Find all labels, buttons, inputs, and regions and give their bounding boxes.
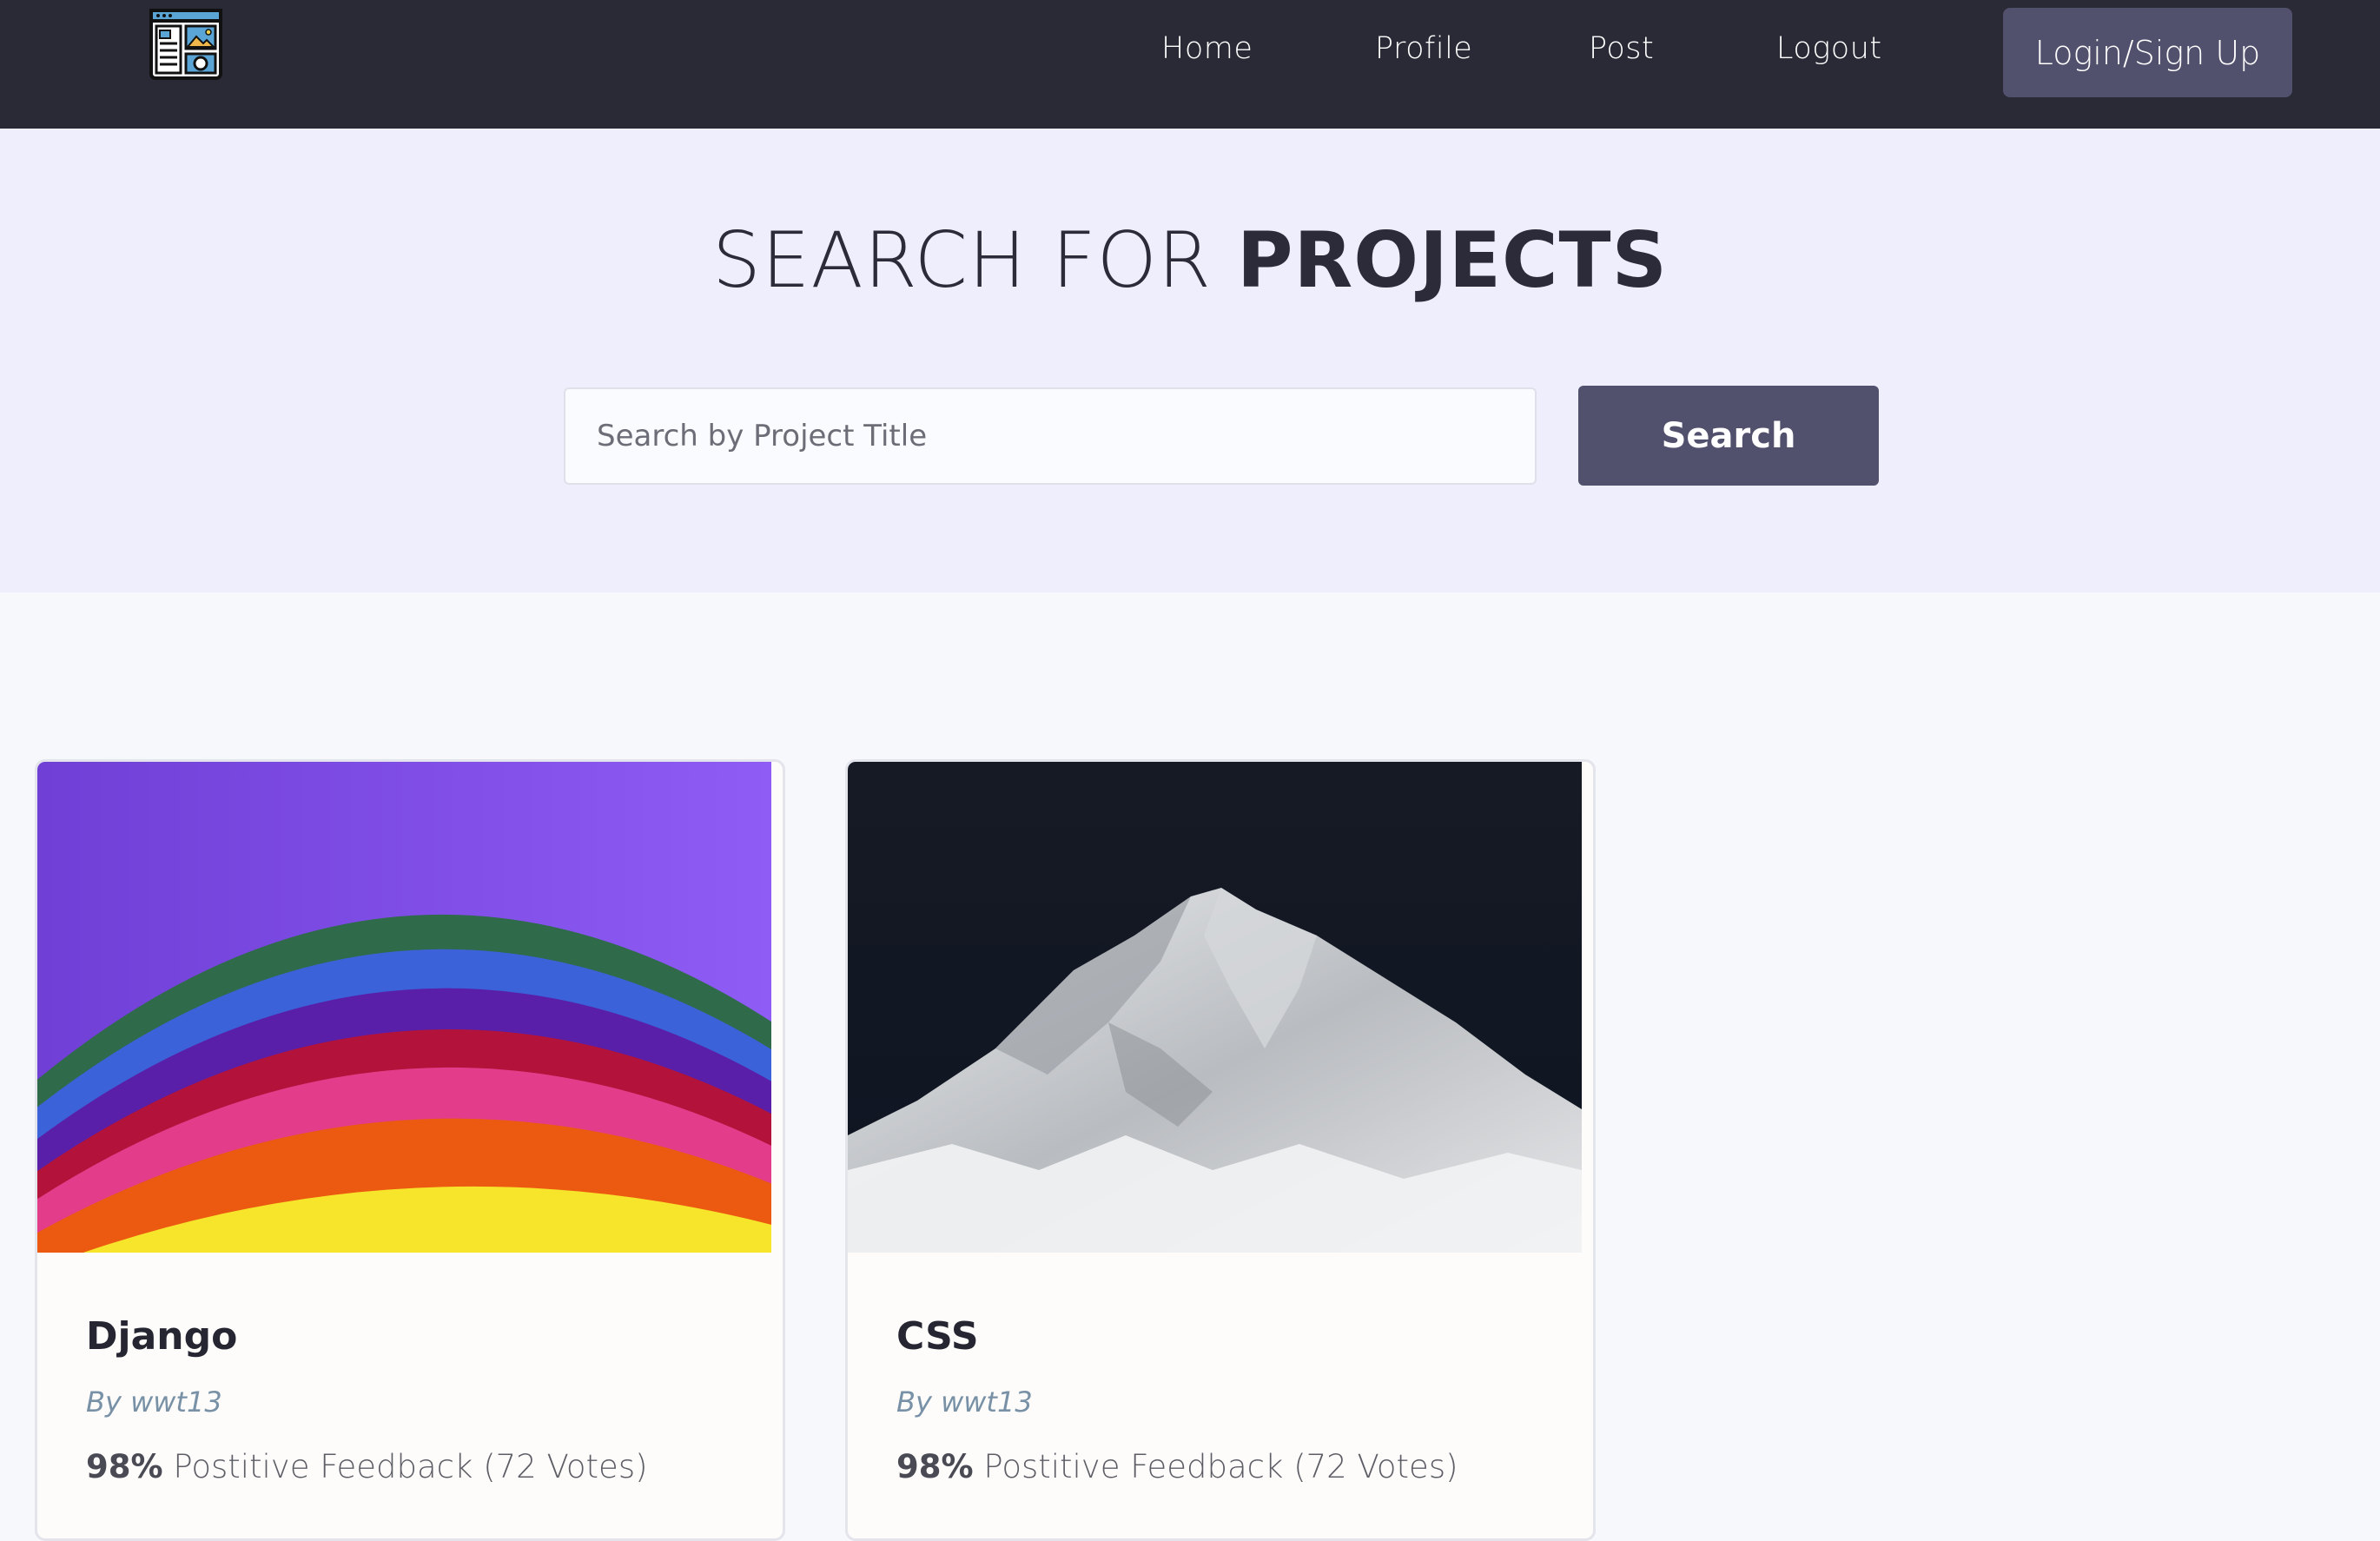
page-title: SEARCH FOR PROJECTS bbox=[0, 215, 2380, 305]
login-signup-button[interactable]: Login/Sign Up bbox=[2003, 8, 2292, 97]
project-feedback: 98% Postitive Feedback (72 Votes) bbox=[86, 1448, 648, 1485]
nav-home-link[interactable]: Home bbox=[1161, 31, 1253, 66]
search-button[interactable]: Search bbox=[1578, 386, 1879, 486]
project-title[interactable]: CSS bbox=[896, 1314, 979, 1359]
nav-post-link[interactable]: Post bbox=[1589, 31, 1654, 66]
nav-profile-link[interactable]: Profile bbox=[1375, 31, 1472, 66]
feedback-percent: 98% bbox=[86, 1448, 163, 1485]
feedback-percent: 98% bbox=[896, 1448, 974, 1485]
top-navbar: Home Profile Post Logout Login/Sign Up bbox=[0, 0, 2380, 129]
feedback-text: Postitive Feedback (72 Votes) bbox=[162, 1448, 648, 1485]
project-thumbnail[interactable] bbox=[848, 762, 1582, 1253]
project-author[interactable]: By wwt13 bbox=[896, 1386, 1033, 1419]
page-title-bold: PROJECTS bbox=[1237, 215, 1668, 305]
project-thumbnail[interactable] bbox=[37, 762, 771, 1253]
site-logo-icon[interactable] bbox=[148, 7, 224, 82]
page-title-light: SEARCH FOR bbox=[712, 215, 1238, 305]
search-input[interactable] bbox=[564, 387, 1537, 485]
nav-logout-link[interactable]: Logout bbox=[1776, 31, 1882, 66]
project-feedback: 98% Postitive Feedback (72 Votes) bbox=[896, 1448, 1458, 1485]
search-hero: SEARCH FOR PROJECTS Search bbox=[0, 129, 2380, 592]
project-card[interactable]: CSS By wwt13 98% Postitive Feedback (72 … bbox=[845, 759, 1596, 1541]
project-title[interactable]: Django bbox=[86, 1314, 237, 1359]
project-author[interactable]: By wwt13 bbox=[86, 1386, 222, 1419]
feedback-text: Postitive Feedback (72 Votes) bbox=[973, 1448, 1458, 1485]
project-card[interactable]: Django By wwt13 98% Postitive Feedback (… bbox=[35, 759, 785, 1541]
